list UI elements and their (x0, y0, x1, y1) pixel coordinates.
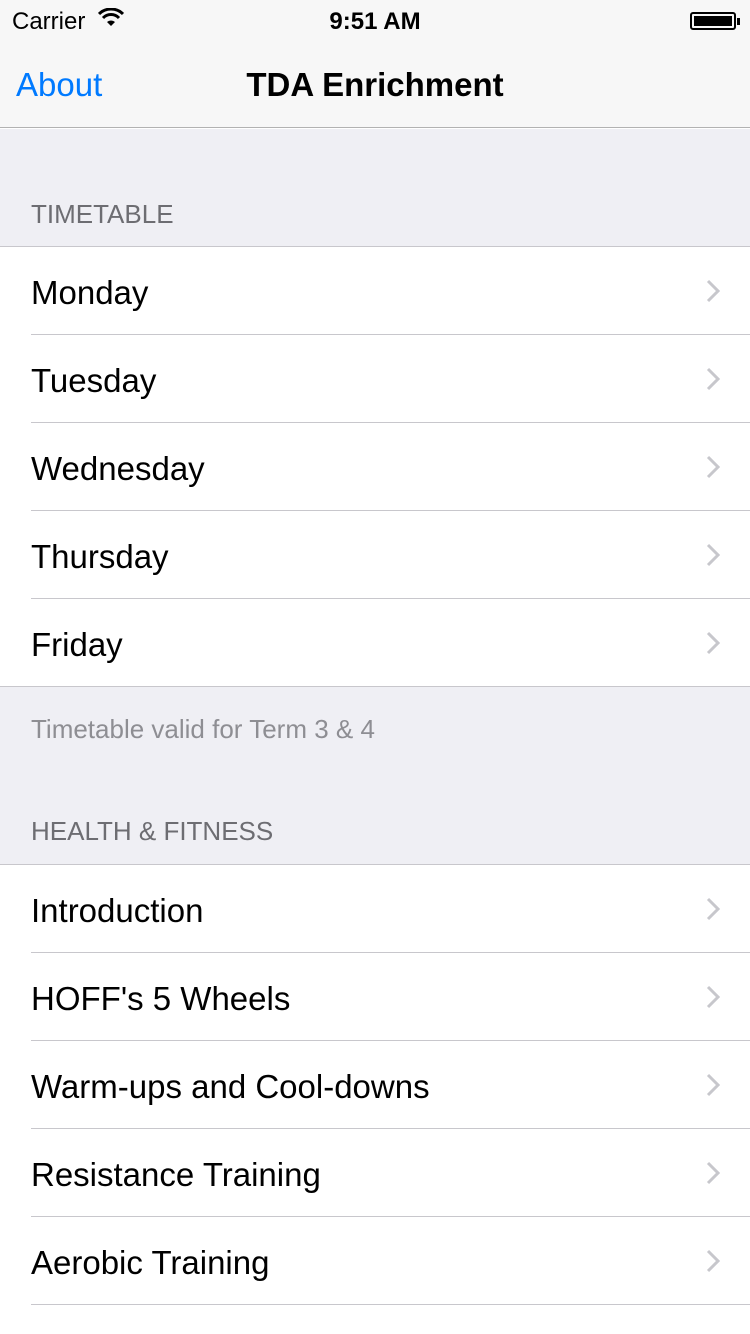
section-header-timetable: TIMETABLE (0, 129, 750, 246)
status-bar: Carrier 9:51 AM (0, 0, 750, 40)
chevron-right-icon (706, 985, 721, 1009)
chevron-right-icon (706, 367, 721, 391)
chevron-right-icon (706, 631, 721, 655)
timetable-list: Monday Tuesday Wednesday Thursday Friday (0, 246, 750, 687)
navigation-bar: About TDA Enrichment (0, 40, 750, 128)
section-header-label: TIMETABLE (31, 199, 174, 229)
clock: 9:51 AM (329, 8, 421, 35)
list-item[interactable]: Friday (0, 599, 750, 687)
chevron-right-icon (706, 1073, 721, 1097)
chevron-right-icon (706, 455, 721, 479)
list-item-label: Resistance Training (31, 1156, 321, 1193)
page-title: TDA Enrichment (246, 66, 504, 103)
list-item[interactable]: Aerobic Training (0, 1217, 750, 1305)
list-item-label: Thursday (31, 538, 169, 575)
list-item-label: Monday (31, 274, 149, 311)
chevron-right-icon (706, 543, 721, 567)
health-fitness-list: Introduction HOFF's 5 Wheels Warm-ups and … (0, 864, 750, 1305)
list-item[interactable]: Warm-ups and Cool-downs (0, 1041, 750, 1129)
list-item-label: Tuesday (31, 362, 157, 399)
section-footer-timetable: Timetable valid for Term 3 & 4 HEALTH & … (0, 687, 750, 864)
chevron-right-icon (706, 1249, 721, 1273)
list-item-label: Wednesday (31, 450, 205, 487)
section-header-label: HEALTH & FITNESS (31, 816, 274, 846)
chevron-right-icon (706, 279, 721, 303)
list-item[interactable]: Tuesday (0, 335, 750, 423)
list-item-label: Aerobic Training (31, 1244, 270, 1281)
chevron-right-icon (706, 897, 721, 921)
battery-icon (690, 12, 740, 30)
list-item[interactable]: Resistance Training (0, 1129, 750, 1217)
chevron-right-icon (706, 1161, 721, 1185)
list-item[interactable]: HOFF's 5 Wheels (0, 953, 750, 1041)
list-item[interactable]: Wednesday (0, 423, 750, 511)
list-item-label: Introduction (31, 892, 204, 929)
list-item-label: HOFF's 5 Wheels (31, 980, 291, 1017)
list-item[interactable]: Thursday (0, 511, 750, 599)
list-item[interactable]: Monday (0, 247, 750, 335)
list-item-label: Warm-ups and Cool-downs (31, 1068, 430, 1105)
list-item[interactable]: Introduction (0, 865, 750, 953)
section-footer-label: Timetable valid for Term 3 & 4 (31, 714, 375, 744)
list-item-label: Friday (31, 626, 123, 663)
